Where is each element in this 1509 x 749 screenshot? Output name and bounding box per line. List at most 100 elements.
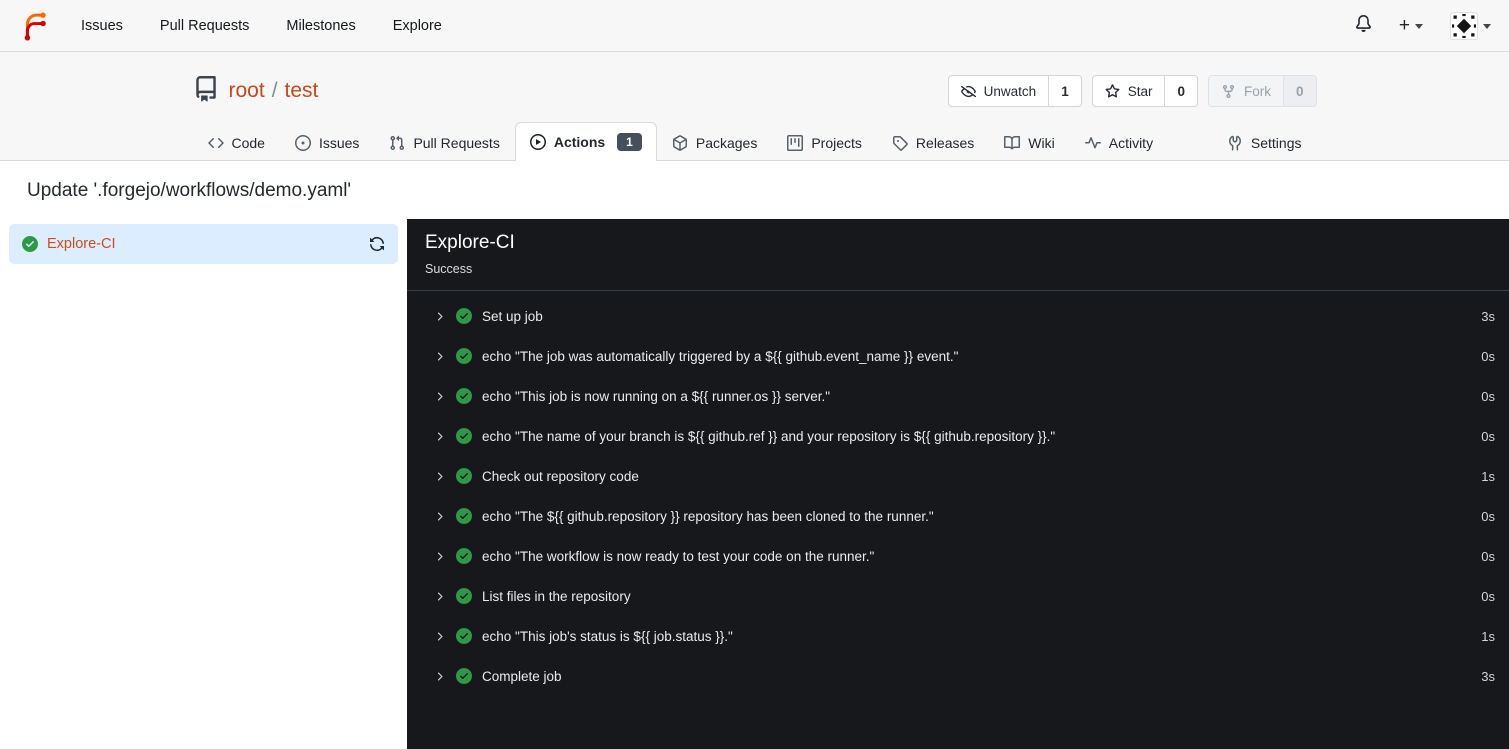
- repo-tabs: Code Issues Pull Requests Actions 1 Packages P…: [193, 122, 1317, 161]
- tab-releases[interactable]: Releases: [877, 124, 989, 161]
- unwatch-button[interactable]: Unwatch 1: [947, 75, 1082, 107]
- navbar-links: Issues Pull Requests Milestones Explore: [81, 18, 442, 34]
- check-circle-icon: [456, 308, 472, 324]
- step-row-3[interactable]: echo "This job is now running on a ${{ r…: [407, 376, 1509, 416]
- tab-projects-label: Projects: [811, 135, 862, 151]
- step-name: echo "The job was automatically triggere…: [482, 348, 959, 364]
- check-circle-icon: [456, 508, 472, 524]
- star-button[interactable]: Star 0: [1091, 75, 1198, 107]
- chevron-right-icon: [433, 550, 446, 563]
- eye-closed-icon: [960, 84, 976, 99]
- package-icon: [672, 135, 688, 151]
- step-row-2[interactable]: echo "The job was automatically triggere…: [407, 336, 1509, 376]
- create-new-button[interactable]: +: [1399, 16, 1423, 35]
- step-name: echo "This job is now running on a ${{ r…: [482, 388, 831, 404]
- step-duration: 0s: [1481, 508, 1495, 524]
- step-duration: 1s: [1481, 628, 1495, 644]
- pulse-icon: [1084, 135, 1101, 151]
- tab-actions[interactable]: Actions 1: [514, 122, 657, 161]
- step-name: echo "The ${{ github.repository }} repos…: [482, 508, 934, 524]
- tab-settings[interactable]: Settings: [1212, 124, 1317, 161]
- step-row-4[interactable]: echo "The name of your branch is ${{ git…: [407, 416, 1509, 456]
- check-circle-icon: [456, 388, 472, 404]
- step-row-6[interactable]: echo "The ${{ github.repository }} repos…: [407, 496, 1509, 536]
- chevron-right-icon: [433, 510, 446, 523]
- tab-activity[interactable]: Activity: [1070, 124, 1168, 161]
- step-row-9[interactable]: echo "This job's status is ${{ job.statu…: [407, 616, 1509, 656]
- step-duration: 0s: [1481, 388, 1495, 404]
- book-icon: [1004, 135, 1021, 151]
- chevron-right-icon: [433, 430, 446, 443]
- chevron-right-icon: [433, 670, 446, 683]
- tab-pull-requests[interactable]: Pull Requests: [374, 124, 514, 161]
- step-row-1[interactable]: Set up job 3s: [407, 296, 1509, 336]
- chevron-right-icon: [433, 470, 446, 483]
- star-count[interactable]: 0: [1164, 76, 1197, 106]
- run-body: Explore-CI Explore-CI Success Set up job…: [0, 219, 1509, 749]
- check-circle-icon: [22, 236, 38, 252]
- rerun-job-icon[interactable]: [369, 236, 385, 252]
- tab-settings-label: Settings: [1250, 135, 1302, 151]
- check-circle-icon: [456, 548, 472, 564]
- job-steps-list: Set up job 3s echo "The job was automatica…: [407, 291, 1509, 696]
- check-circle-icon: [456, 628, 472, 644]
- top-navbar: Issues Pull Requests Milestones Explore +: [0, 0, 1509, 52]
- step-row-10[interactable]: Complete job 3s: [407, 656, 1509, 696]
- repo-name-link[interactable]: test: [285, 79, 319, 103]
- tab-issues[interactable]: Issues: [280, 124, 374, 161]
- step-duration: 0s: [1481, 588, 1495, 604]
- nav-item-explore[interactable]: Explore: [393, 18, 442, 34]
- unwatch-label: Unwatch: [983, 83, 1037, 99]
- tab-code[interactable]: Code: [193, 124, 280, 161]
- nav-item-milestones[interactable]: Milestones: [286, 18, 355, 34]
- step-duration: 0s: [1481, 428, 1495, 444]
- star-icon: [1105, 83, 1120, 99]
- tab-releases-label: Releases: [915, 135, 975, 151]
- step-name: echo "The workflow is now ready to test …: [482, 548, 875, 564]
- notifications-button[interactable]: [1355, 14, 1372, 37]
- step-duration: 0s: [1481, 548, 1495, 564]
- pull-request-icon: [389, 135, 405, 151]
- tab-code-label: Code: [231, 135, 265, 151]
- check-circle-icon: [456, 668, 472, 684]
- chevron-right-icon: [433, 350, 446, 363]
- unwatch-count[interactable]: 1: [1048, 76, 1081, 106]
- repo-icon: [193, 75, 219, 107]
- step-row-7[interactable]: echo "The workflow is now ready to test …: [407, 536, 1509, 576]
- fork-label: Fork: [1243, 83, 1271, 99]
- star-label: Star: [1127, 83, 1153, 99]
- repo-title: root / test: [229, 79, 319, 103]
- tab-packages[interactable]: Packages: [657, 124, 772, 161]
- step-duration: 1s: [1481, 468, 1495, 484]
- check-circle-icon: [456, 468, 472, 484]
- workflow-run-title: Update '.forgejo/workflows/demo.yaml': [27, 180, 352, 201]
- code-icon: [207, 135, 224, 151]
- tab-packages-label: Packages: [695, 135, 758, 151]
- job-name: Explore-CI: [47, 236, 116, 252]
- nav-item-pull-requests[interactable]: Pull Requests: [160, 18, 249, 34]
- step-row-5[interactable]: Check out repository code 1s: [407, 456, 1509, 496]
- repo-owner-link[interactable]: root: [229, 79, 265, 103]
- repo-action-buttons: Unwatch 1 Star 0 Fork 0: [947, 75, 1317, 107]
- job-panel-header: Explore-CI Success: [407, 219, 1509, 291]
- step-row-8[interactable]: List files in the repository 0s: [407, 576, 1509, 616]
- chevron-right-icon: [433, 310, 446, 323]
- tab-projects[interactable]: Projects: [772, 124, 877, 161]
- chevron-right-icon: [433, 590, 446, 603]
- wrench-icon: [1227, 135, 1243, 151]
- user-menu-button[interactable]: [1450, 11, 1491, 40]
- step-duration: 3s: [1481, 668, 1495, 684]
- step-name: Check out repository code: [482, 468, 639, 484]
- identicon-avatar: [1452, 13, 1476, 38]
- fork-icon: [1221, 84, 1236, 99]
- play-circle-icon: [529, 134, 546, 150]
- forgejo-logo-icon[interactable]: [18, 10, 49, 41]
- step-duration: 0s: [1481, 348, 1495, 364]
- tab-activity-label: Activity: [1108, 135, 1154, 151]
- navbar-right: +: [1355, 11, 1491, 40]
- job-item-explore-ci[interactable]: Explore-CI: [9, 224, 398, 264]
- chevron-down-icon: [1483, 24, 1491, 29]
- fork-count: 0: [1282, 76, 1316, 106]
- tab-wiki[interactable]: Wiki: [989, 124, 1069, 161]
- nav-item-issues[interactable]: Issues: [81, 18, 123, 34]
